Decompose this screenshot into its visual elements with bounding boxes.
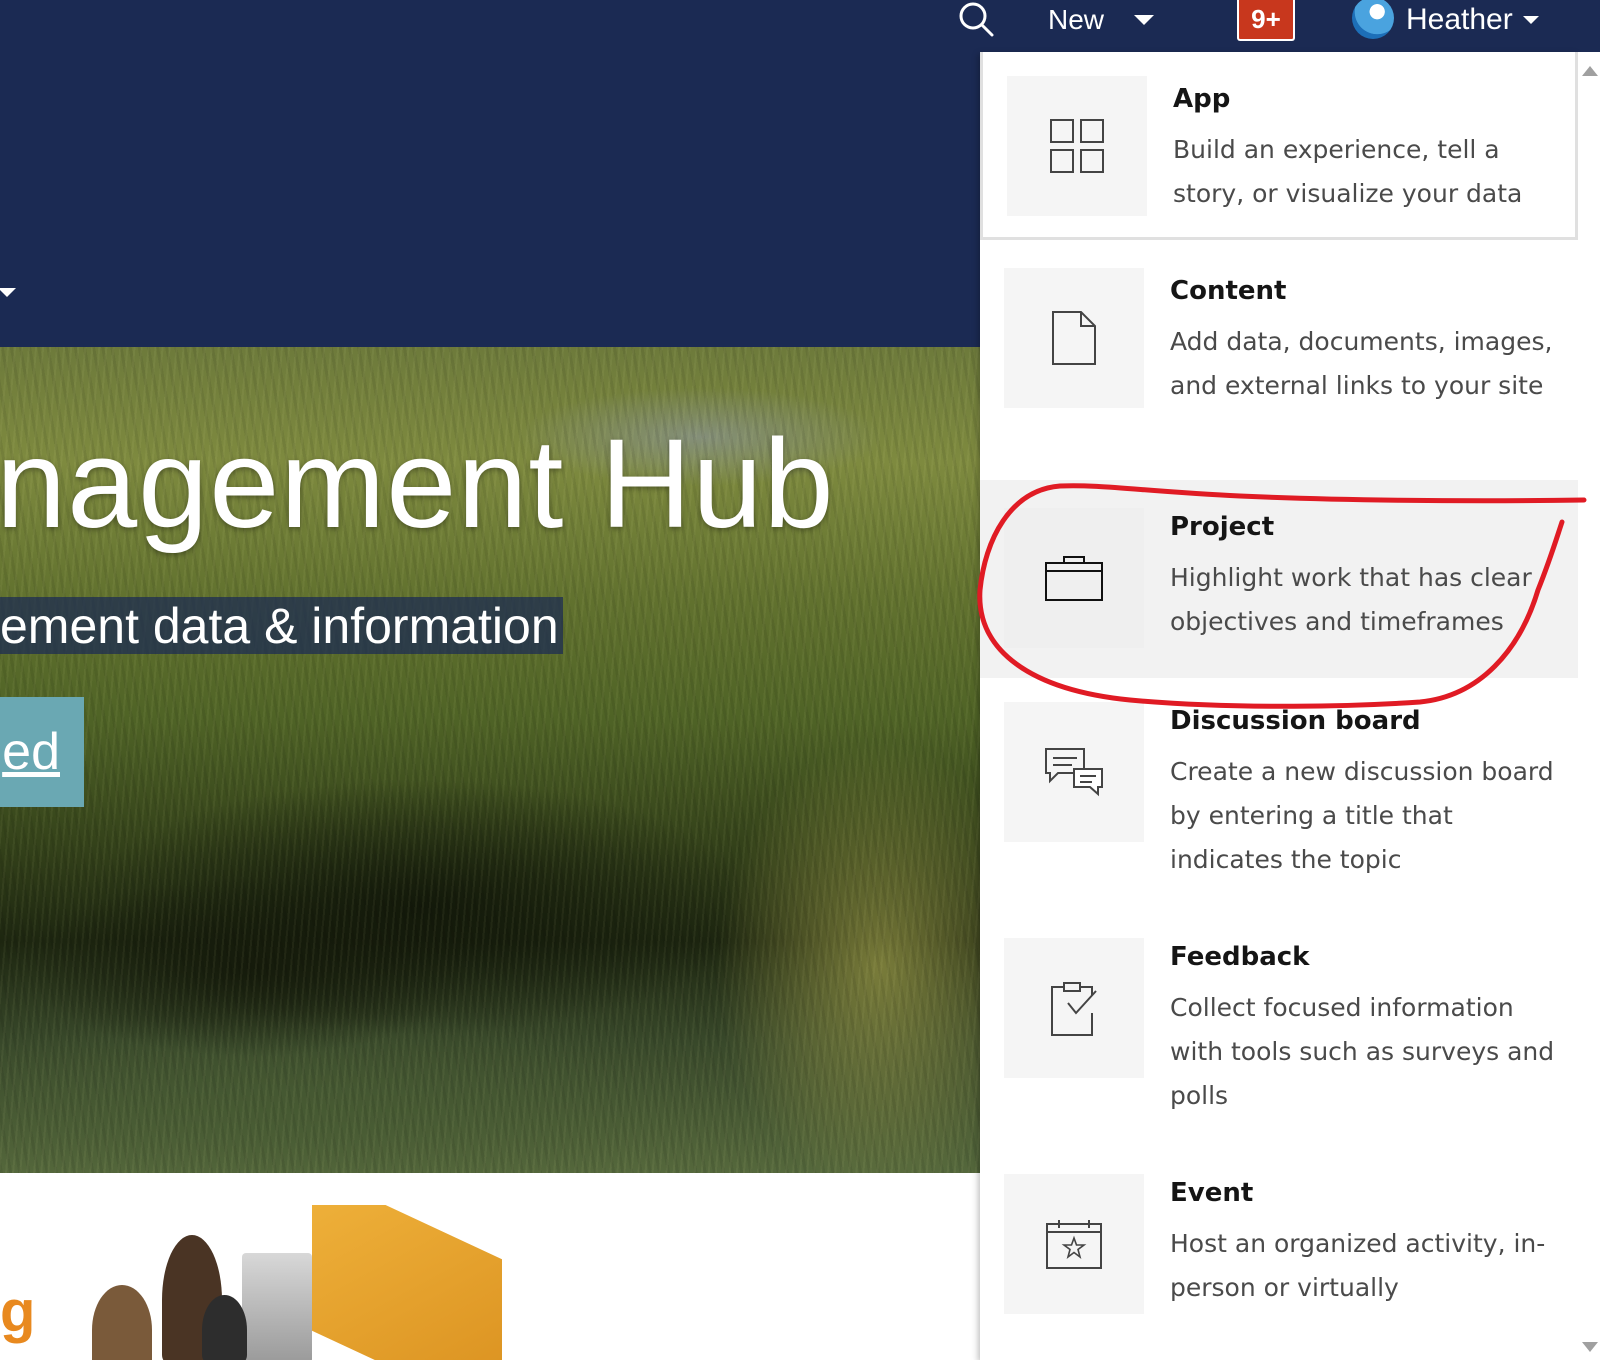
clipboard-check-icon [1051, 982, 1097, 1036]
section-heading-fragment: g [0, 1279, 36, 1344]
calendar-star-icon [1046, 1220, 1102, 1269]
briefcase-icon [1045, 556, 1103, 601]
menu-item-content[interactable]: Content Add data, documents, images, and… [980, 244, 1578, 480]
avatar [1352, 0, 1394, 39]
hero-subtitle: ement data & information [0, 597, 563, 654]
user-name: Heather [1406, 3, 1513, 36]
scroll-down-arrow-icon[interactable] [1582, 1342, 1598, 1352]
menu-item-title: App [1173, 84, 1231, 114]
menu-icon-tile [1004, 938, 1144, 1078]
menu-item-description: Host an organized activity, in-person or… [1170, 1229, 1546, 1302]
search-icon [959, 2, 994, 37]
app-grid-icon [1050, 119, 1104, 173]
menu-item-title: Feedback [1170, 942, 1310, 972]
menu-item-description: Build an experience, tell a story, or vi… [1173, 135, 1523, 208]
chat-bubbles-icon [1045, 748, 1103, 797]
chevron-down-icon [1522, 16, 1539, 24]
document-icon [1052, 311, 1096, 365]
menu-item-description: Add data, documents, images, and externa… [1170, 327, 1553, 400]
hero-banner: nagement Hub ement data & information ed [0, 347, 980, 1173]
new-menu-button[interactable]: New [1048, 0, 1155, 40]
menu-icon-tile [1007, 76, 1147, 216]
illustration-panel [312, 1205, 502, 1360]
illustration-monitor [242, 1253, 312, 1360]
illustration-person [92, 1285, 152, 1360]
menu-item-description: Collect focused information with tools s… [1170, 993, 1555, 1110]
menu-scrollbar[interactable] [1578, 52, 1600, 1360]
menu-item-description: Highlight work that has clear objectives… [1170, 563, 1532, 636]
menu-item-feedback[interactable]: Feedback Collect focused information wit… [980, 914, 1578, 1150]
get-started-button[interactable]: ed [0, 697, 84, 807]
menu-icon-tile [1004, 1174, 1144, 1314]
menu-item-title: Project [1170, 512, 1275, 542]
scroll-up-arrow-icon[interactable] [1582, 66, 1598, 76]
menu-item-title: Content [1170, 276, 1287, 306]
search-button[interactable] [956, 0, 996, 40]
new-dropdown-menu: App Build an experience, tell a story, o… [980, 52, 1578, 1360]
chevron-down-icon [1134, 15, 1155, 25]
notifications-badge[interactable]: 9+ [1237, 0, 1295, 41]
menu-item-app[interactable]: App Build an experience, tell a story, o… [980, 52, 1578, 240]
menu-icon-tile [1004, 702, 1144, 842]
menu-item-discussion-board[interactable]: Discussion board Create a new discussion… [980, 678, 1578, 914]
new-menu-label: New [1048, 4, 1105, 35]
menu-icon-tile [1004, 268, 1144, 408]
menu-item-event[interactable]: Event Host an organized activity, in-per… [980, 1150, 1578, 1360]
menu-item-project[interactable]: Project Highlight work that has clear ob… [980, 480, 1578, 678]
menu-item-description: Create a new discussion board by enterin… [1170, 757, 1554, 874]
illustration-person [202, 1295, 247, 1360]
nav-dropdown-caret-icon[interactable] [0, 288, 16, 297]
menu-item-title: Event [1170, 1178, 1254, 1208]
user-menu-button[interactable]: Heather [1352, 0, 1539, 40]
people-at-computer-illustration [92, 1205, 502, 1360]
hero-title: nagement Hub [0, 413, 835, 554]
menu-icon-tile [1004, 508, 1144, 648]
menu-item-title: Discussion board [1170, 706, 1421, 736]
